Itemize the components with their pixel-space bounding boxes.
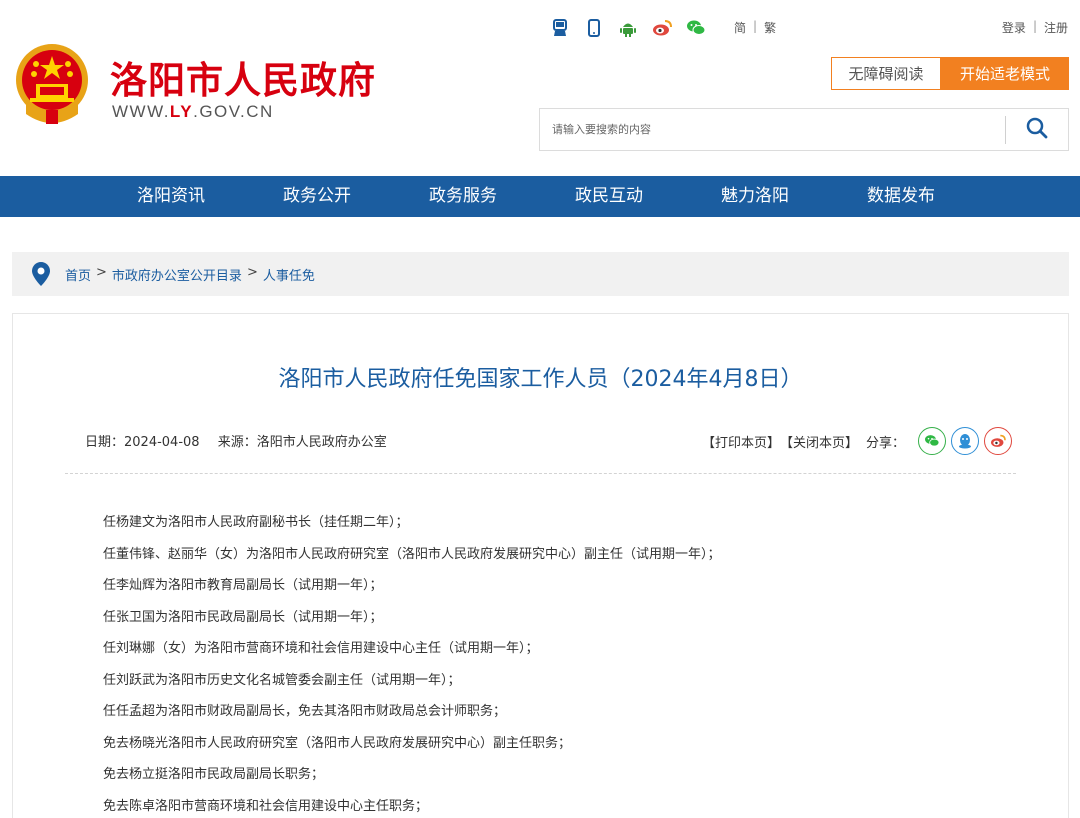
site-domain: WWW.LY.GOV.CN	[112, 102, 274, 122]
article-panel: 洛阳市人民政府任免国家工作人员（2024年4月8日） 日期：2024-04-08…	[12, 313, 1069, 818]
article-paragraph: 免去陈卓洛阳市营商环境和社会信用建设中心主任职务；	[103, 798, 429, 814]
elder-mode-button[interactable]: 开始适老模式	[941, 57, 1069, 90]
article-paragraph: 任任孟超为洛阳市财政局副局长，免去其洛阳市财政局总会计师职务；	[103, 704, 507, 719]
breadcrumb-links: 首页 > 市政府办公室公开目录 > 人事任免	[65, 265, 315, 284]
article-paragraph: 任董伟锋、赵丽华（女）为洛阳市人民政府研究室（洛阳市人民政府发展研究中心）副主任…	[103, 546, 721, 562]
share-wechat-icon[interactable]	[918, 427, 946, 455]
source-value: 洛阳市人民政府办公室	[256, 435, 387, 450]
domain-prefix: WWW.	[112, 102, 170, 121]
lang-traditional-link[interactable]: 繁	[764, 19, 776, 36]
share-weibo-icon[interactable]	[984, 427, 1012, 455]
article-paragraph: 任刘跃武为洛阳市历史文化名城管委会副主任（试用期一年）；	[103, 672, 461, 688]
wechat-icon[interactable]	[686, 18, 706, 38]
article-paragraph: 免去杨立挺洛阳市民政局副局长职务；	[103, 767, 325, 782]
language-switch: 简 | 繁	[734, 19, 776, 36]
lang-separator: |	[753, 19, 758, 33]
nav-item-gov-affairs-open[interactable]: 政务公开	[283, 176, 351, 217]
site-title[interactable]: 洛阳市人民政府	[110, 50, 376, 104]
breadcrumb: 首页 > 市政府办公室公开目录 > 人事任免	[12, 252, 1069, 296]
article-meta: 日期：2024-04-08 来源：洛阳市人民政府办公室	[85, 431, 387, 450]
national-emblem-icon[interactable]	[12, 42, 92, 128]
print-page-link[interactable]: 【打印本页】	[702, 432, 780, 451]
article-paragraph: 任杨建文为洛阳市人民政府副秘书长（挂任期二年）；	[103, 515, 409, 530]
article-paragraph: 任李灿辉为洛阳市教育局副局长（试用期一年）；	[103, 578, 383, 593]
article-title: 洛阳市人民政府任免国家工作人员（2024年4月8日）	[278, 367, 803, 392]
weibo-icon[interactable]	[652, 18, 672, 38]
breadcrumb-sep: >	[246, 264, 258, 280]
nav-item-gov-services[interactable]: 政务服务	[429, 176, 497, 217]
meta-divider	[65, 473, 1016, 474]
breadcrumb-home[interactable]: 首页	[65, 265, 91, 284]
main-nav: 洛阳资讯 政务公开 政务服务 政民互动 魅力洛阳 数据发布	[0, 176, 1080, 217]
article-tools: 【打印本页】 【关闭本页】 分享：	[702, 427, 1012, 455]
source-label: 来源：	[217, 435, 257, 450]
search-icon	[1026, 117, 1048, 143]
mobile-icon[interactable]	[584, 18, 604, 38]
nav-item-news[interactable]: 洛阳资讯	[137, 176, 205, 217]
article-paragraph: 任张卫国为洛阳市民政局副局长（试用期一年）；	[103, 609, 383, 625]
location-pin-icon	[32, 262, 50, 286]
search-bar	[539, 108, 1069, 151]
accessibility-icon[interactable]	[550, 18, 570, 38]
article-body: 任杨建文为洛阳市人民政府副秘书长（挂任期二年）； 任董伟锋、赵丽华（女）为洛阳市…	[103, 512, 721, 818]
auth-links: 登录 | 注册	[1002, 19, 1068, 36]
share-label: 分享：	[865, 435, 905, 451]
article-paragraph: 任刘琳娜（女）为洛阳市营商环境和社会信用建设中心主任（试用期一年）；	[103, 641, 539, 656]
search-input[interactable]	[540, 109, 1005, 150]
date-label: 日期：	[85, 435, 125, 450]
android-icon[interactable]	[618, 18, 638, 38]
accessible-reading-button[interactable]: 无障碍阅读	[831, 57, 941, 90]
nav-item-interaction[interactable]: 政民互动	[575, 176, 643, 217]
search-button[interactable]	[1006, 109, 1068, 150]
article-paragraph: 免去杨晓光洛阳市人民政府研究室（洛阳市人民政府发展研究中心）副主任职务；	[103, 735, 572, 751]
nav-item-data-release[interactable]: 数据发布	[867, 176, 935, 217]
site-header: 洛阳市人民政府 WWW.LY.GOV.CN 简 | 繁 登录 | 注册 无障碍阅…	[0, 0, 1080, 176]
breadcrumb-catalog[interactable]: 市政府办公室公开目录	[112, 265, 242, 284]
close-page-link[interactable]: 【关闭本页】	[780, 432, 858, 451]
domain-suffix: .GOV.CN	[193, 102, 274, 121]
date-value: 2024-04-08	[124, 435, 200, 450]
auth-separator: |	[1032, 19, 1037, 33]
lang-simplified-link[interactable]: 简	[734, 19, 746, 36]
breadcrumb-current[interactable]: 人事任免	[263, 265, 315, 284]
share-qq-icon[interactable]	[951, 427, 979, 455]
top-icon-bar	[550, 18, 706, 38]
nav-item-charm-luoyang[interactable]: 魅力洛阳	[721, 176, 789, 217]
breadcrumb-sep: >	[96, 264, 107, 280]
login-link[interactable]: 登录	[1002, 19, 1026, 36]
domain-highlight: LY	[169, 102, 194, 121]
register-link[interactable]: 注册	[1044, 19, 1068, 36]
